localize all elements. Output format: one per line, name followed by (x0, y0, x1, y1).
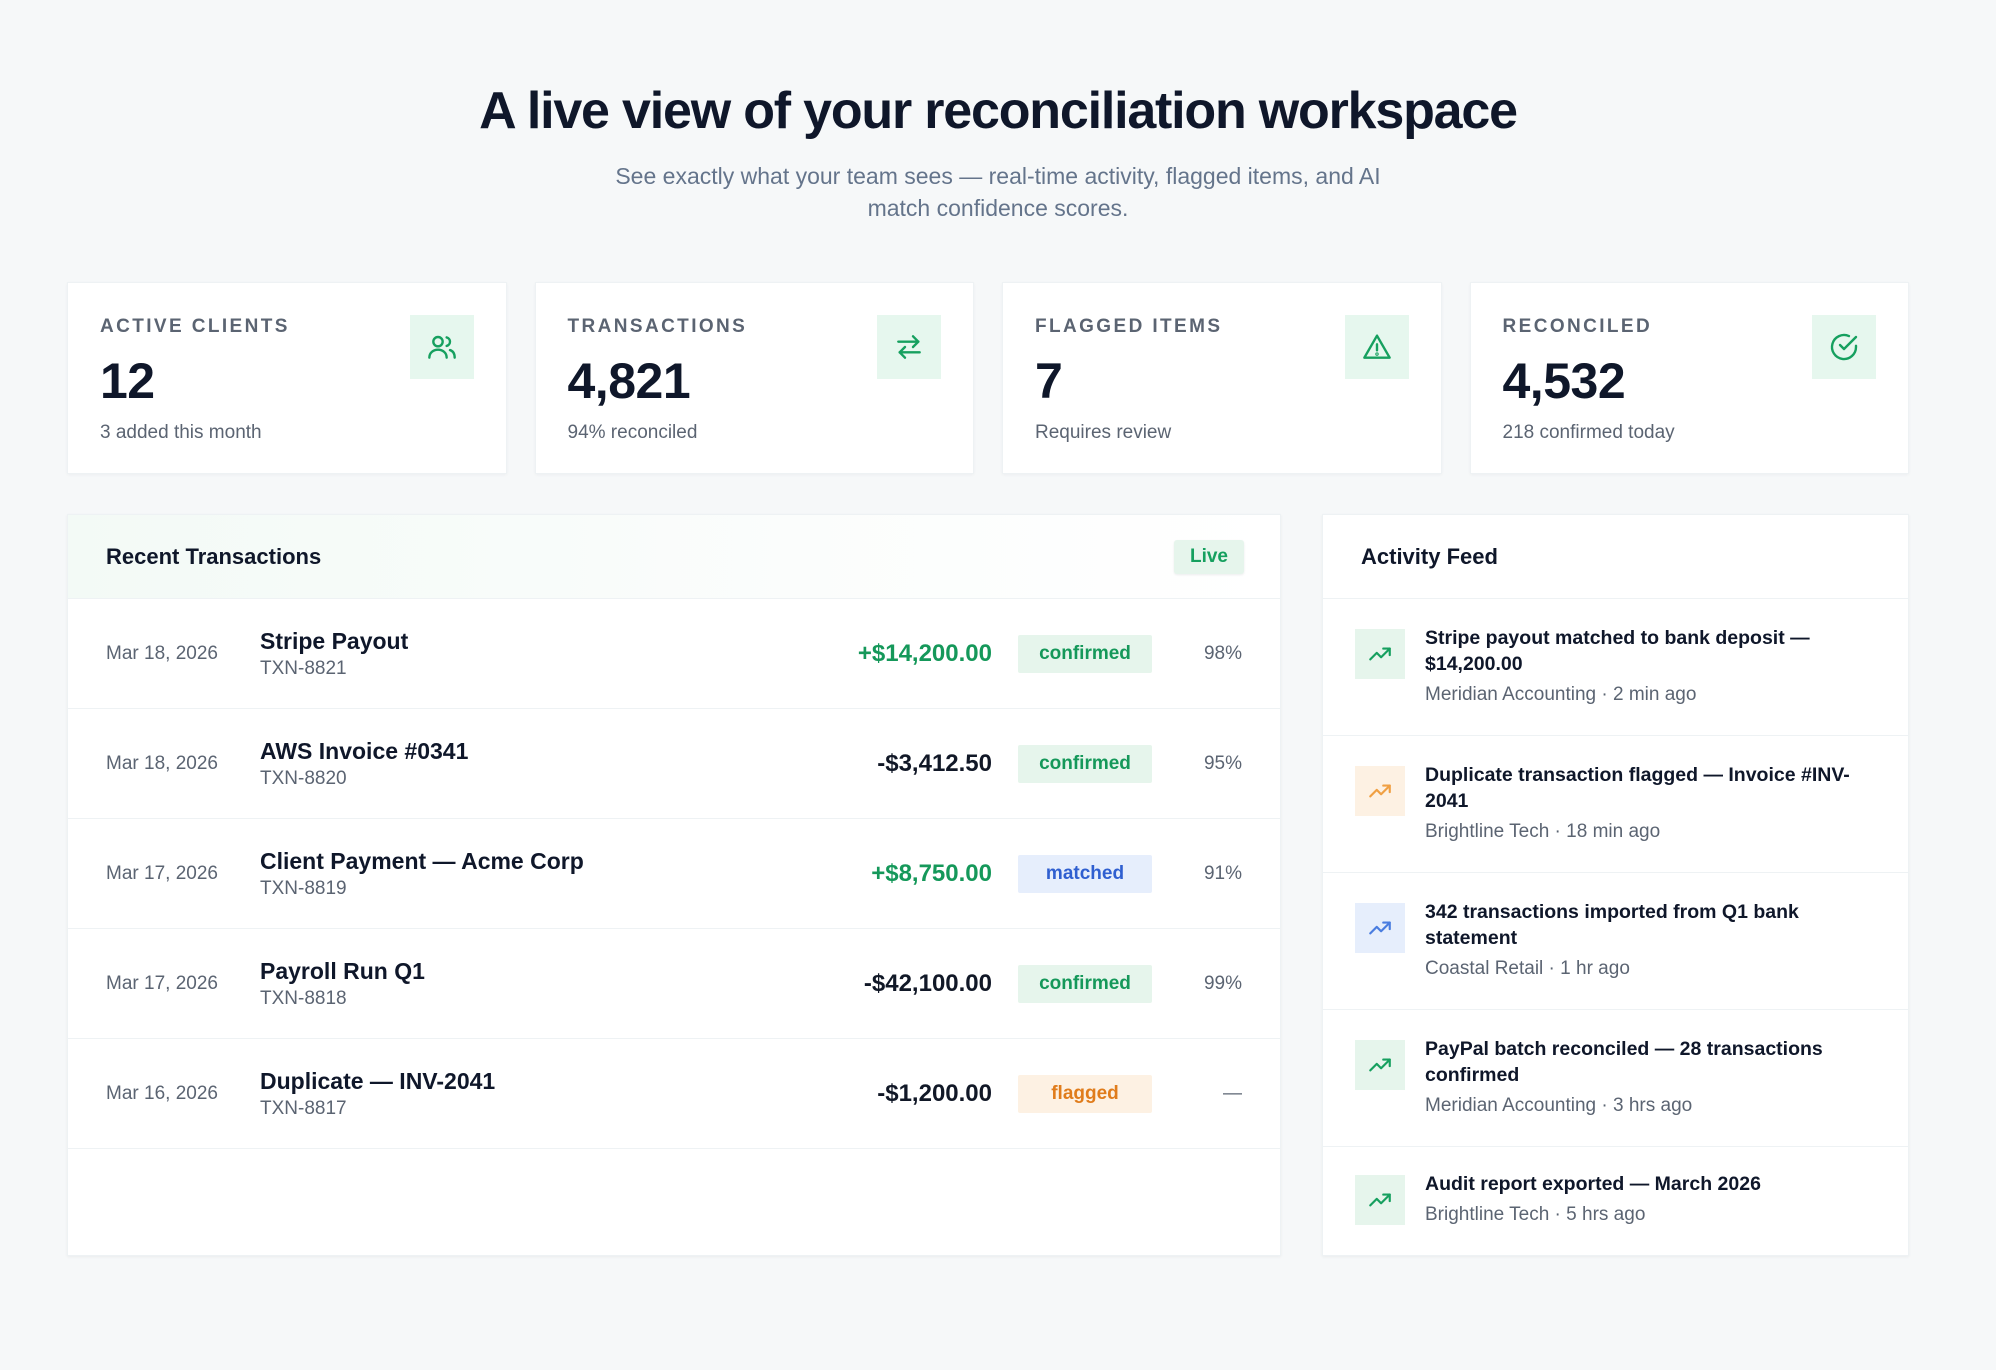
stat-subtext: 3 added this month (100, 422, 262, 443)
list-item[interactable]: Stripe payout matched to bank deposit — … (1323, 599, 1908, 736)
transaction-info: Payroll Run Q1 TXN-8818 (260, 957, 864, 1011)
list-item[interactable]: Audit report exported — March 2026 Bright… (1323, 1147, 1908, 1261)
trending-up-icon (1355, 1040, 1405, 1090)
transaction-name: Payroll Run Q1 (260, 957, 425, 984)
transaction-amount: -$42,100.00 (863, 969, 992, 997)
transaction-amount: +$8,750.00 (871, 859, 992, 887)
transaction-name: Stripe Payout (260, 627, 409, 654)
transaction-id: TXN-8817 (260, 1097, 347, 1119)
transaction-date: Mar 18, 2026 (106, 752, 218, 774)
trending-up-icon (1355, 766, 1405, 816)
match-confidence: 98% (1203, 642, 1242, 664)
table-row[interactable]: Mar 18, 2026 AWS Invoice #0341 TXN-8820 -$3… (68, 709, 1280, 819)
match-confidence: 95% (1203, 752, 1242, 774)
feed-meta: Brightline Tech · 18 min ago (1425, 821, 1661, 842)
transaction-amount: -$1,200.00 (877, 1079, 992, 1107)
table-row[interactable]: Mar 16, 2026 Duplicate — INV-2041 TXN-8817… (68, 1039, 1280, 1149)
transaction-name: Client Payment — Acme Corp (260, 847, 584, 874)
match-confidence: 91% (1203, 862, 1242, 884)
trending-up-icon (1355, 903, 1405, 953)
feed-meta: Coastal Retail · 1 hr ago (1425, 958, 1630, 979)
transaction-amount: +$14,200.00 (857, 639, 992, 667)
feed-meta: Meridian Accounting · 3 hrs ago (1425, 1095, 1693, 1116)
feed-meta: Brightline Tech · 5 hrs ago (1425, 1204, 1646, 1225)
status-badge: confirmed (1018, 744, 1152, 783)
transaction-id: TXN-8818 (260, 987, 347, 1009)
feed-title: PayPal batch reconciled — 28 transaction… (1425, 1038, 1823, 1086)
transactions-list: Mar 18, 2026 Stripe Payout TXN-8821 +$14,20… (68, 599, 1280, 1149)
feed-title: 342 transactions imported from Q1 bank s… (1425, 901, 1799, 949)
transaction-info: Stripe Payout TXN-8821 (260, 627, 858, 681)
feed-text: Duplicate transaction flagged — Invoice … (1425, 762, 1878, 844)
match-confidence: — (1223, 1082, 1242, 1104)
stat-card-reconciled: RECONCILED 4,532 218 confirmed today (1469, 282, 1909, 474)
feed-text: Audit report exported — March 2026 Bright… (1425, 1171, 1761, 1227)
panel-header: Recent Transactions Live (68, 515, 1280, 599)
stat-subtext: 218 confirmed today (1502, 422, 1675, 443)
feed-title: Duplicate transaction flagged — Invoice … (1425, 764, 1850, 812)
transaction-info: Client Payment — Acme Corp TXN-8819 (260, 847, 871, 901)
match-confidence: 99% (1203, 972, 1242, 994)
page-title: A live view of your reconciliation works… (479, 82, 1518, 140)
status-badge: flagged (1018, 1074, 1152, 1113)
transaction-amount: -$3,412.50 (877, 749, 992, 777)
panel-title: Recent Transactions (106, 543, 322, 569)
transaction-date: Mar 16, 2026 (106, 1082, 218, 1104)
transaction-id: TXN-8820 (260, 767, 347, 789)
feed-text: 342 transactions imported from Q1 bank s… (1425, 899, 1878, 981)
workspace-page: A live view of your reconciliation works… (0, 0, 1996, 1370)
table-row[interactable]: Mar 17, 2026 Payroll Run Q1 TXN-8818 -$42,1… (68, 929, 1280, 1039)
status-badge: confirmed (1018, 634, 1152, 673)
transaction-name: AWS Invoice #0341 (260, 737, 469, 764)
transaction-id: TXN-8819 (260, 877, 347, 899)
table-row[interactable]: Mar 18, 2026 Stripe Payout TXN-8821 +$14,20… (68, 599, 1280, 709)
transaction-date: Mar 17, 2026 (106, 862, 218, 884)
stat-subtext: 94% reconciled (567, 422, 698, 443)
transaction-info: AWS Invoice #0341 TXN-8820 (260, 737, 877, 791)
list-item[interactable]: PayPal batch reconciled — 28 transaction… (1323, 1010, 1908, 1147)
activity-feed-panel: Activity Feed Stripe payout matched to b… (1322, 514, 1909, 1256)
stat-card-transactions: TRANSACTIONS 4,821 94% reconciled (534, 282, 974, 474)
transaction-id: TXN-8821 (260, 657, 347, 679)
stats-row: ACTIVE CLIENTS 12 3 added this month TRA… (67, 282, 1909, 474)
panel-title: Activity Feed (1361, 543, 1498, 569)
arrows-swap-icon (877, 315, 941, 379)
status-badge: matched (1018, 854, 1152, 893)
activity-feed-list: Stripe payout matched to bank deposit — … (1323, 599, 1908, 1261)
table-row[interactable]: Mar 17, 2026 Client Payment — Acme Corp TX… (68, 819, 1280, 929)
page-subtitle: See exactly what your team sees — real-t… (615, 163, 1381, 221)
list-item[interactable]: Duplicate transaction flagged — Invoice … (1323, 736, 1908, 873)
list-item[interactable]: 342 transactions imported from Q1 bank s… (1323, 873, 1908, 1010)
hero: A live view of your reconciliation works… (0, 78, 1996, 224)
trending-up-icon (1355, 629, 1405, 679)
feed-meta: Meridian Accounting · 2 min ago (1425, 684, 1697, 705)
status-badge: confirmed (1018, 964, 1152, 1003)
trending-up-icon (1355, 1175, 1405, 1225)
feed-title: Stripe payout matched to bank deposit — … (1425, 627, 1810, 675)
transaction-info: Duplicate — INV-2041 TXN-8817 (260, 1067, 877, 1121)
stat-card-flagged-items: FLAGGED ITEMS 7 Requires review (1002, 282, 1442, 474)
panel-header: Activity Feed (1323, 515, 1908, 599)
recent-transactions-panel: Recent Transactions Live Mar 18, 2026 Str… (67, 514, 1281, 1256)
users-icon (409, 315, 474, 379)
transaction-date: Mar 17, 2026 (106, 972, 218, 994)
transaction-name: Duplicate — INV-2041 (260, 1067, 496, 1094)
alert-triangle-icon (1344, 315, 1409, 379)
feed-text: Stripe payout matched to bank deposit — … (1425, 625, 1878, 707)
feed-title: Audit report exported — March 2026 (1425, 1173, 1761, 1195)
live-badge: Live (1173, 539, 1244, 574)
transaction-date: Mar 18, 2026 (106, 642, 218, 664)
stat-subtext: Requires review (1035, 422, 1172, 443)
check-circle-icon (1812, 315, 1876, 379)
stat-card-active-clients: ACTIVE CLIENTS 12 3 added this month (67, 282, 507, 474)
feed-text: PayPal batch reconciled — 28 transaction… (1425, 1036, 1878, 1118)
